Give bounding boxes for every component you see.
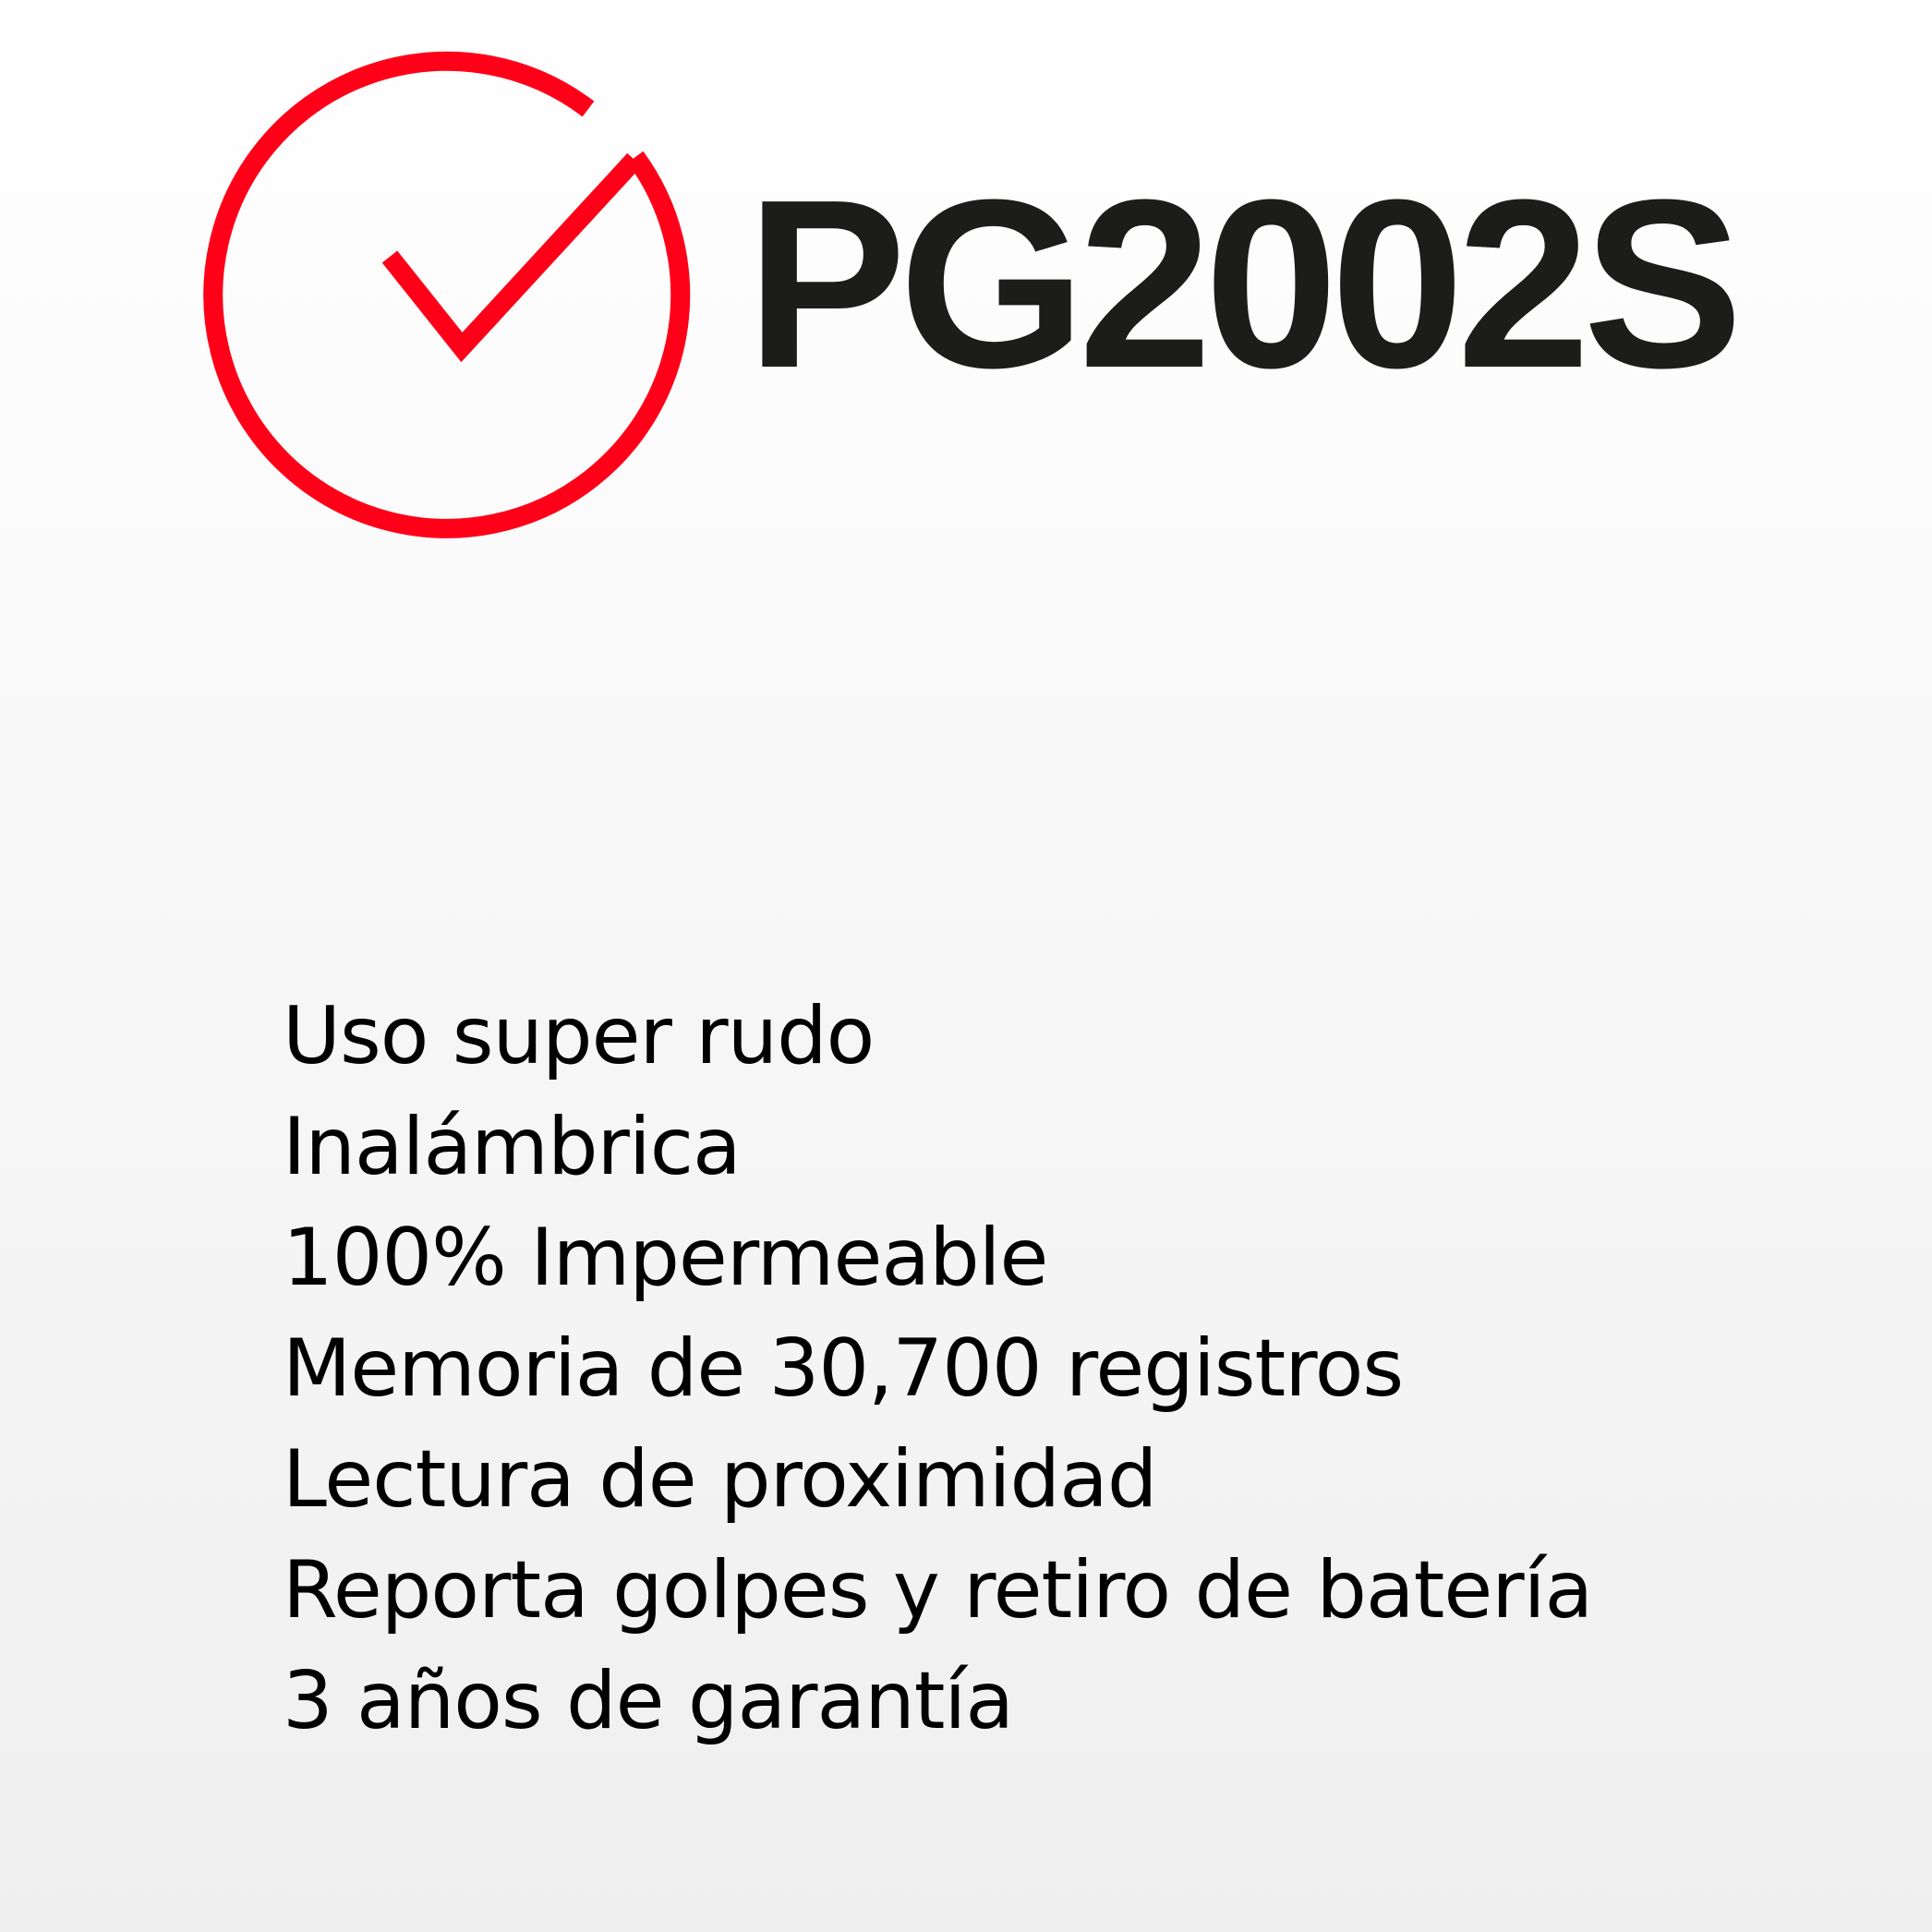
feature-item: 100% Impermeable <box>283 1212 1048 1304</box>
model-title: PG2002S <box>746 151 1743 418</box>
feature-item: Lectura de proximidad <box>283 1433 1157 1526</box>
feature-item: Uso super rudo <box>283 990 875 1082</box>
feature-item: 3 años de garantía <box>283 1655 1014 1747</box>
feature-list: Uso super rudo Inalámbrica 100% Impermea… <box>283 981 1593 1757</box>
feature-item: Memoria de 30,700 registros <box>283 1322 1404 1415</box>
checkmark-circle-icon <box>203 51 691 538</box>
logo-checkmark <box>381 152 642 363</box>
feature-item: Reporta golpes y retiro de batería <box>283 1544 1593 1636</box>
feature-item: Inalámbrica <box>283 1101 742 1193</box>
logo-circle-arc <box>203 51 691 538</box>
